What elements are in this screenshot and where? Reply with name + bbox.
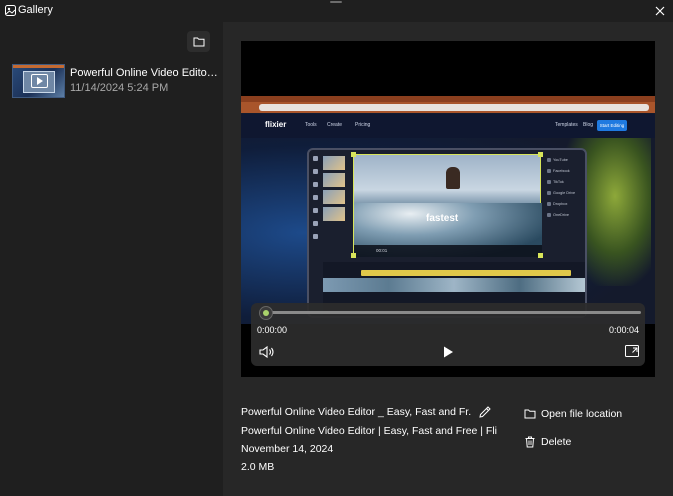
total-time: 0:00:04: [608, 325, 639, 335]
preview-image: fastest 00:01: [351, 152, 543, 258]
overlay-text: fastest: [426, 213, 459, 224]
cta-badge: Start Editing: [597, 120, 627, 131]
gallery-app-icon: [5, 5, 16, 16]
play-icon: [31, 74, 48, 88]
video-title: Powerful Online Video Editor _ Easy, Fas…: [241, 406, 471, 418]
nav-link: Templates: [555, 122, 578, 128]
volume-icon[interactable]: [259, 345, 275, 359]
window-title: Gallery: [18, 4, 53, 16]
flixier-logo: flixier: [265, 120, 287, 129]
video-frame: flixier Tools Create Pricing Templates B…: [241, 96, 655, 324]
play-icon[interactable]: [441, 345, 455, 359]
close-icon[interactable]: [653, 4, 667, 18]
seek-bar[interactable]: [267, 311, 641, 314]
seek-thumb[interactable]: [259, 306, 273, 320]
list-item[interactable]: Powerful Online Video Editor _ Easy, Fas…: [12, 63, 218, 99]
editor-mockup: fastest 00:01 YouTube Facebook TikTok Go…: [307, 148, 587, 318]
browser-chrome: [241, 96, 655, 113]
main-panel: flixier Tools Create Pricing Templates B…: [223, 22, 673, 496]
edit-pencil-icon[interactable]: [477, 404, 493, 420]
open-file-location-label: Open file location: [541, 408, 623, 420]
drag-handle[interactable]: [330, 1, 342, 3]
trash-icon: [525, 436, 535, 448]
list-item-title: Powerful Online Video Editor _ Easy, Fas…: [70, 67, 218, 79]
delete-label: Delete: [541, 436, 572, 448]
video-description: Powerful Online Video Editor | Easy, Fas…: [241, 425, 497, 437]
player-controls: 0:00:00 0:00:04: [251, 303, 645, 366]
nav-link: Create: [327, 122, 343, 128]
folder-icon: [524, 409, 536, 419]
file-size: 2.0 MB: [241, 461, 275, 473]
mini-view-icon[interactable]: [625, 345, 639, 358]
video-date: November 14, 2024: [241, 443, 334, 455]
open-file-location-button[interactable]: Open file location: [523, 405, 663, 423]
video-thumbnail: [12, 64, 65, 98]
sidebar: Powerful Online Video Editor _ Easy, Fas…: [0, 22, 223, 496]
list-item-date: 11/14/2024 5:24 PM: [70, 82, 169, 94]
video-player[interactable]: flixier Tools Create Pricing Templates B…: [241, 41, 655, 377]
folder-icon: [193, 37, 205, 47]
open-folder-button[interactable]: [187, 31, 210, 52]
nav-link: Blog: [583, 122, 594, 128]
title-bar: Gallery: [0, 0, 673, 22]
preview-time: 00:01: [354, 245, 542, 257]
site-nav: flixier Tools Create Pricing Templates B…: [241, 114, 655, 138]
nav-link: Pricing: [355, 122, 371, 128]
nav-link: Tools: [305, 122, 317, 128]
delete-button[interactable]: Delete: [523, 433, 663, 451]
current-time: 0:00:00: [257, 325, 288, 335]
